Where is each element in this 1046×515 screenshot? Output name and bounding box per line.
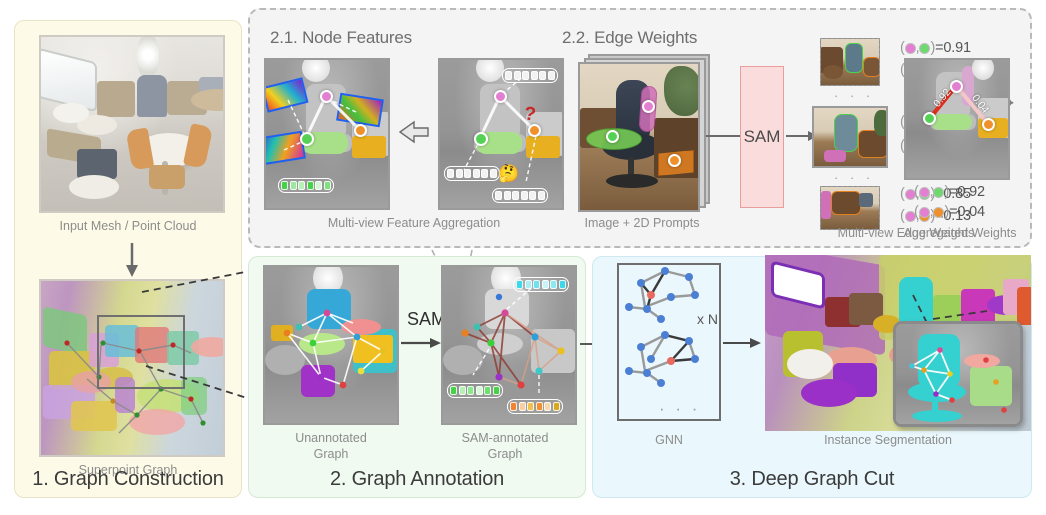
- caption-unannotated-graph: Unannotated Graph: [295, 431, 367, 461]
- node-pink: [320, 90, 333, 103]
- panel-deep-graph-cut: x N · · · GNN Instance Segmentation 3. D…: [592, 255, 1032, 498]
- panel-graph-construction: Input Mesh / Point Cloud Superpoint Grap…: [14, 20, 242, 498]
- input-mesh-image: [39, 35, 225, 213]
- node-green: [606, 130, 619, 143]
- dot-pink: [918, 206, 930, 218]
- panel1-title: 1. Graph Construction: [32, 468, 224, 490]
- feature-vector-empty-left: [444, 166, 500, 181]
- feature-vector-orange: [507, 399, 563, 414]
- weight-row: ( , ) = 0.91: [900, 40, 971, 56]
- superpoint-yellow: [353, 335, 393, 363]
- panel2-title: 2. Graph Annotation: [329, 468, 505, 490]
- sam-label: SAM: [743, 127, 781, 146]
- dot-green: [919, 42, 931, 54]
- dot-pink: [918, 186, 930, 198]
- caption-instance-segmentation: Instance Segmentation: [824, 433, 952, 447]
- aggregated-value: 0.04: [957, 204, 985, 220]
- zoom-region-box: [97, 315, 185, 389]
- inset-pink-table: [964, 354, 1000, 368]
- mv-ellipsis-1: · · ·: [834, 88, 875, 103]
- superpoint-green: [299, 333, 345, 355]
- caption-gnn: GNN: [655, 433, 683, 447]
- section-title-node-features: 2.1. Node Features: [270, 28, 412, 47]
- caption-input-mesh: Input Mesh / Point Cloud: [59, 219, 197, 233]
- section-title-edge-weights: 2.2. Edge Weights: [562, 28, 698, 47]
- superpoint-graph-image: [39, 279, 225, 457]
- inset-green-sofa: [970, 366, 1012, 406]
- figure-canvas: Input Mesh / Point Cloud Superpoint Grap…: [0, 0, 1046, 515]
- caption-sam-annotated-graph: SAM-annotated Graph: [461, 431, 549, 461]
- dot-pink: [904, 42, 916, 54]
- node-orange: [982, 118, 995, 131]
- edge-weight-view-1: [820, 38, 880, 86]
- eq: =: [949, 184, 958, 200]
- thinking-face-icon: 🤔: [498, 164, 520, 183]
- panel-graph-annotation-detail: 2.1. Node Features 2.2. Edge Weights ? 🤔…: [248, 8, 1032, 248]
- dot-orange: [933, 206, 945, 218]
- feature-vector-cyan: [513, 277, 569, 292]
- image-2d-prompts: [578, 62, 700, 212]
- feature-vector-empty-bottom: [492, 188, 548, 203]
- sam-annotated-graph-image: [441, 265, 577, 425]
- feature-vector-green: [278, 178, 334, 193]
- node-orange: [354, 124, 367, 137]
- aggregated-weights-image: 0.92 0.04: [904, 58, 1010, 180]
- orange-segment-region: [352, 136, 386, 158]
- node-pink: [950, 80, 963, 93]
- aggregated-value: 0.92: [957, 184, 985, 200]
- superpoint-pink: [341, 319, 381, 335]
- panel-graph-annotation: Unannotated Graph SAM SAM-annotated Grap…: [248, 256, 586, 498]
- sam-module-box: SAM: [740, 66, 784, 208]
- superpoint-gold: [271, 325, 293, 341]
- plant-decor: [137, 37, 159, 77]
- aggregated-weight-row: ( , ) = 0.04: [914, 204, 985, 220]
- feature-vector-empty-top: [502, 68, 558, 83]
- edge-weight-view-3: [820, 186, 880, 230]
- caption-aggregated-weights: Aggregated Weights: [903, 226, 1017, 240]
- node-green: [923, 112, 936, 125]
- caption-image-2d-prompts: Image + 2D Prompts: [584, 216, 700, 230]
- node-pink: [494, 90, 507, 103]
- gnn-repeat-label: x N: [697, 311, 718, 327]
- weight-value: 0.91: [943, 40, 971, 56]
- gnn-ellipsis: · · ·: [659, 399, 701, 418]
- node-green: [474, 132, 488, 146]
- superpoint-purple: [301, 365, 335, 397]
- inset-cyan-chair: [918, 334, 960, 388]
- caption-multiview-feature-aggregation: Multi-view Feature Aggregation: [327, 216, 501, 230]
- node-feature-question-image: ? 🤔: [438, 58, 564, 210]
- node-pink: [642, 100, 655, 113]
- node-orange: [668, 154, 681, 167]
- segmentation-inset-thumbnail: [893, 321, 1023, 427]
- gnn-box: x N · · ·: [617, 263, 721, 421]
- eq: =: [935, 40, 944, 56]
- aggregated-weight-row: ( , ) = 0.92: [914, 184, 985, 200]
- edge-weight-view-2: [812, 106, 888, 168]
- unannotated-graph-image: [263, 265, 399, 425]
- dot-green: [933, 186, 945, 198]
- eq: =: [949, 204, 958, 220]
- multiview-aggregation-image-left: [264, 58, 390, 210]
- node-green: [300, 132, 314, 146]
- panel3-title: 3. Deep Graph Cut: [729, 468, 895, 490]
- feature-vector-green: [447, 383, 503, 398]
- mv-ellipsis-2: · · ·: [834, 170, 875, 185]
